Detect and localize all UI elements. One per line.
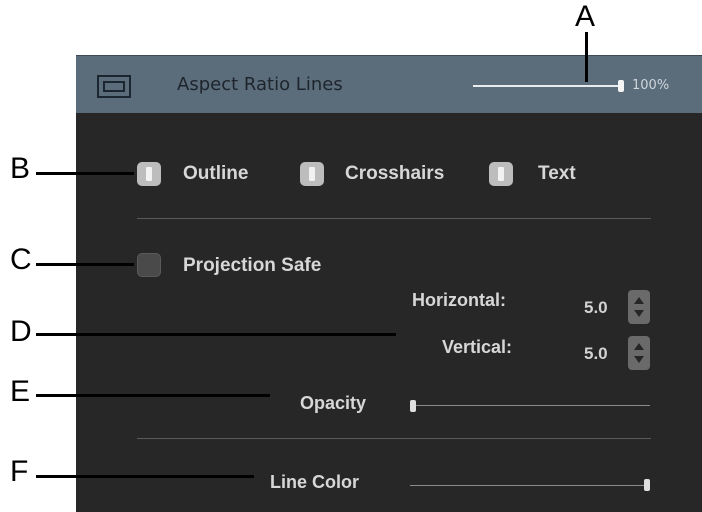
outline-checkbox[interactable] (137, 162, 161, 186)
crosshairs-checkbox[interactable] (300, 162, 324, 186)
chevron-down-icon[interactable] (634, 356, 644, 363)
projection-safe-label: Projection Safe (183, 255, 322, 276)
panel-title: Aspect Ratio Lines (177, 74, 343, 95)
text-label: Text (538, 163, 576, 184)
horizontal-value[interactable]: 5.0 (584, 298, 608, 318)
callout-e: E (10, 375, 31, 408)
chevron-down-icon[interactable] (634, 310, 644, 317)
zoom-slider[interactable] (473, 85, 621, 87)
projection-safe-checkbox[interactable] (137, 253, 161, 277)
callout-f-line (36, 475, 254, 478)
chevron-up-icon[interactable] (634, 297, 644, 304)
vertical-value[interactable]: 5.0 (584, 344, 608, 364)
divider (137, 218, 651, 219)
vertical-stepper[interactable] (628, 336, 650, 370)
divider (137, 438, 651, 439)
callout-a: A (575, 0, 596, 33)
line-color-slider-handle[interactable] (644, 479, 650, 491)
callout-c-line (36, 263, 134, 266)
vertical-label: Vertical: (442, 337, 513, 357)
zoom-percent: 100% (632, 78, 670, 93)
crosshairs-label: Crosshairs (345, 163, 445, 184)
callout-f: F (10, 455, 29, 488)
callout-b-line (36, 172, 134, 175)
callout-c: C (10, 243, 32, 276)
aspect-ratio-panel (76, 55, 702, 512)
line-color-slider[interactable] (410, 485, 650, 486)
callout-e-line (36, 394, 270, 397)
opacity-slider-handle[interactable] (410, 400, 416, 412)
callout-b: B (10, 152, 31, 185)
line-color-label: Line Color (270, 472, 359, 492)
text-checkbox[interactable] (489, 162, 513, 186)
callout-d: D (10, 315, 32, 348)
callout-a-line (585, 32, 588, 82)
panel-header: Aspect Ratio Lines 100% (76, 55, 702, 113)
callout-d-line (36, 333, 396, 336)
opacity-slider[interactable] (410, 405, 650, 406)
aspect-ratio-icon[interactable] (97, 75, 131, 98)
chevron-up-icon[interactable] (634, 343, 644, 350)
zoom-slider-handle[interactable] (618, 80, 624, 92)
opacity-label: Opacity (300, 393, 367, 413)
outline-label: Outline (183, 163, 249, 184)
horizontal-stepper[interactable] (628, 290, 650, 324)
horizontal-label: Horizontal: (412, 290, 506, 310)
